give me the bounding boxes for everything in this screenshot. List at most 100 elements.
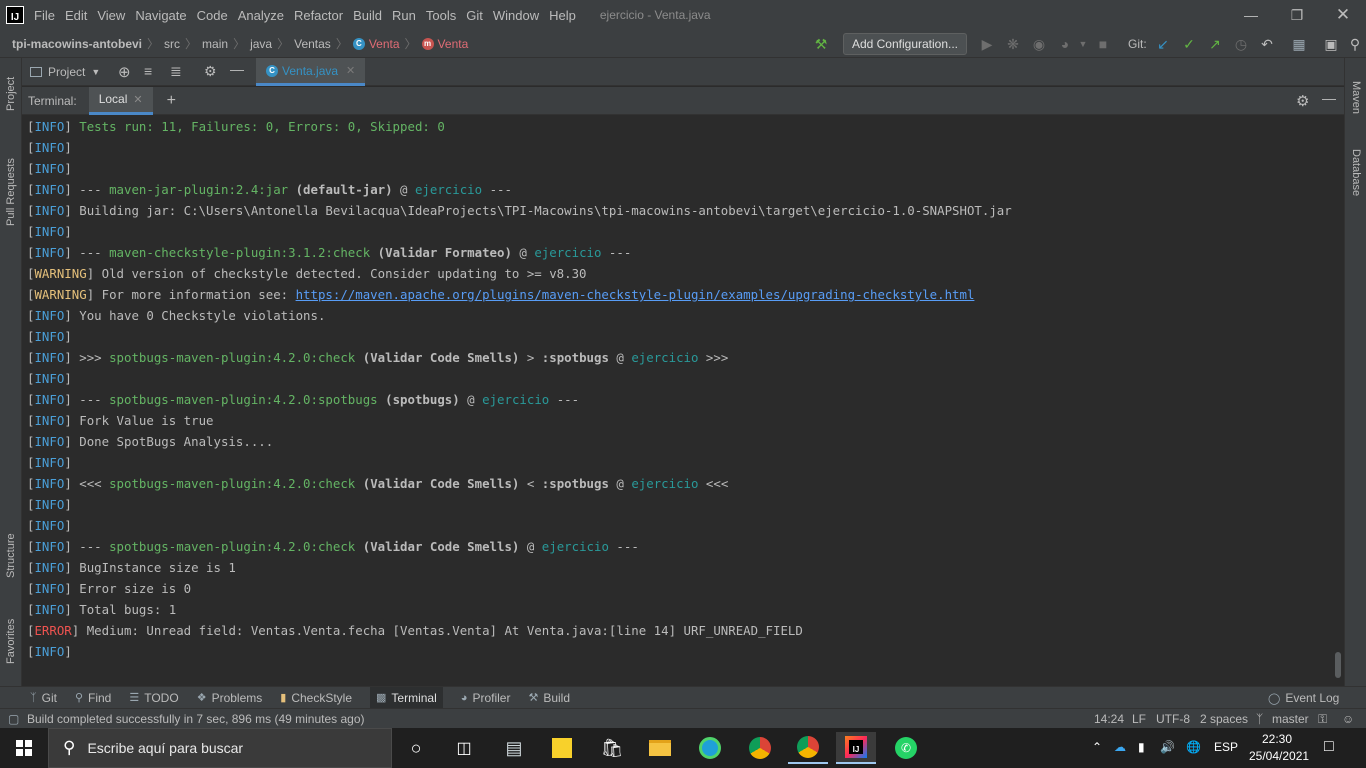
tool-tab-todo[interactable]: ☰ TODO	[129, 687, 178, 709]
status-square-icon[interactable]: ▢	[8, 712, 19, 726]
menu-item-help[interactable]: Help	[549, 8, 576, 23]
chrome-browser-icon[interactable]	[788, 732, 828, 764]
add-terminal-icon[interactable]: +	[167, 92, 176, 110]
close-icon[interactable]: ✕	[1320, 0, 1366, 30]
tool-tab-find[interactable]: ⚲ Find	[75, 687, 111, 709]
rollback-icon[interactable]: ↶	[1258, 35, 1276, 53]
gear-icon[interactable]: ⚙	[204, 63, 217, 80]
tool-tab-terminal[interactable]: ▩ Terminal	[370, 686, 443, 709]
menu-item-view[interactable]: View	[97, 8, 125, 23]
line-separator[interactable]: LF	[1132, 712, 1146, 726]
inspector-icon[interactable]: ☺	[1342, 712, 1354, 726]
locate-icon[interactable]: ⊕	[118, 63, 131, 81]
project-structure-icon[interactable]: ▦	[1290, 35, 1308, 53]
run-icon[interactable]: ▶	[978, 35, 996, 53]
database-tool-tab[interactable]: Database	[1345, 138, 1366, 208]
menu-item-window[interactable]: Window	[493, 8, 539, 23]
breadcrumb-java[interactable]: java	[250, 37, 272, 51]
edge-browser-icon[interactable]	[690, 732, 730, 764]
whatsapp-icon[interactable]: ✆	[886, 732, 926, 764]
clock-date[interactable]: 25/04/2021	[1249, 749, 1309, 763]
maven-tool-tab[interactable]: Maven	[1345, 68, 1366, 128]
terminal-scrollbar[interactable]	[1334, 120, 1342, 682]
breadcrumb-project[interactable]: tpi-macowins-antobevi	[12, 37, 142, 51]
coverage-icon[interactable]: ◉	[1030, 35, 1048, 53]
event-log-tab[interactable]: ◯ Event Log	[1268, 687, 1339, 709]
tool-tab-problems[interactable]: ❖ Problems	[197, 687, 263, 709]
hide-icon[interactable]: —	[1322, 90, 1336, 106]
scrollbar-thumb[interactable]	[1335, 652, 1341, 678]
project-tool-tab[interactable]: Project	[0, 64, 22, 124]
chrome-profile-icon[interactable]	[740, 732, 780, 764]
gear-icon[interactable]: ⚙	[1296, 92, 1309, 110]
menu-item-navigate[interactable]: Navigate	[135, 8, 186, 23]
menu-item-run[interactable]: Run	[392, 8, 416, 23]
minimize-icon[interactable]: —	[1228, 0, 1274, 30]
windows-start-button[interactable]	[0, 728, 48, 768]
git-commit-icon[interactable]: ✓	[1180, 35, 1198, 53]
hide-icon[interactable]: —	[230, 61, 244, 77]
search-everywhere-icon[interactable]: ⚲	[1346, 35, 1364, 53]
project-view-dropdown[interactable]: Project ▼	[30, 65, 100, 79]
terminal-tab-local[interactable]: Local ✕	[88, 86, 153, 115]
pull-requests-tool-tab[interactable]: Pull Requests	[0, 142, 22, 242]
taskbar-search-box[interactable]: ⚲ Escribe aquí para buscar	[48, 728, 392, 768]
sticky-notes-icon[interactable]	[542, 732, 582, 764]
file-explorer-icon[interactable]	[640, 732, 680, 764]
menu-item-code[interactable]: Code	[197, 8, 228, 23]
menu-item-build[interactable]: Build	[353, 8, 382, 23]
language-indicator[interactable]: ESP	[1214, 740, 1238, 754]
file-encoding[interactable]: UTF-8	[1156, 712, 1190, 726]
stop-icon[interactable]: ■	[1094, 35, 1112, 53]
clock-time[interactable]: 22:30	[1262, 732, 1292, 746]
cortana-icon[interactable]: ○	[396, 732, 436, 764]
indent-setting[interactable]: 2 spaces	[1200, 712, 1248, 726]
status-message[interactable]: Build completed successfully in 7 sec, 8…	[27, 712, 365, 726]
profile-icon[interactable]: ◕	[1056, 35, 1074, 53]
intellij-logo-icon[interactable]: IJ	[6, 6, 24, 24]
build-hammer-icon[interactable]: ⚒	[812, 35, 830, 53]
tool-tab-git[interactable]: ᛉ Git	[30, 687, 57, 709]
expand-all-icon[interactable]: ≡	[144, 63, 152, 79]
breadcrumb-main[interactable]: main	[202, 37, 228, 51]
microsoft-store-icon[interactable]: 🛍	[592, 732, 632, 764]
tool-tab-build[interactable]: ⚒ Build	[528, 687, 570, 709]
onedrive-icon[interactable]: ☁	[1114, 740, 1126, 754]
menu-item-edit[interactable]: Edit	[65, 8, 87, 23]
history-icon[interactable]: ◷	[1232, 35, 1250, 53]
menu-item-analyze[interactable]: Analyze	[238, 8, 284, 23]
presentation-icon[interactable]: ▣	[1322, 35, 1340, 53]
menu-item-git[interactable]: Git	[466, 8, 483, 23]
network-drive-icon[interactable]: ▤	[494, 732, 534, 764]
tool-tab-checkstyle[interactable]: ▮ CheckStyle	[280, 687, 352, 709]
debug-icon[interactable]: ❋	[1004, 35, 1022, 53]
chevron-down-icon[interactable]: ▼	[1074, 35, 1092, 53]
network-globe-icon[interactable]: 🌐	[1186, 740, 1201, 754]
breadcrumb-method[interactable]: m Venta	[421, 37, 468, 51]
git-push-icon[interactable]: ↗	[1206, 35, 1224, 53]
breadcrumb-class[interactable]: C Venta	[352, 37, 400, 51]
restore-icon[interactable]: ❐	[1274, 0, 1320, 30]
menu-item-refactor[interactable]: Refactor	[294, 8, 343, 23]
volume-icon[interactable]: 🔊	[1160, 740, 1175, 754]
chevron-up-icon[interactable]: ⌃	[1092, 740, 1102, 754]
editor-tab-venta[interactable]: C Venta.java ✕	[256, 58, 366, 86]
battery-icon[interactable]: ▮	[1138, 740, 1145, 754]
close-icon[interactable]: ✕	[133, 93, 142, 106]
task-view-icon[interactable]: ◫	[444, 732, 484, 764]
menu-item-tools[interactable]: Tools	[426, 8, 456, 23]
terminal-output[interactable]: [INFO] Tests run: 11, Failures: 0, Error…	[22, 116, 1330, 686]
breadcrumb-ventas[interactable]: Ventas	[294, 37, 331, 51]
close-icon[interactable]: ✕	[346, 64, 355, 77]
git-branch[interactable]: master	[1272, 712, 1309, 726]
collapse-all-icon[interactable]: ≣	[170, 63, 182, 80]
caret-position[interactable]: 14:24	[1094, 712, 1124, 726]
git-update-icon[interactable]: ↙	[1154, 35, 1172, 53]
terminal-link[interactable]: https://maven.apache.org/plugins/maven-c…	[296, 287, 975, 302]
notifications-icon[interactable]: □	[1324, 738, 1334, 756]
favorites-tool-tab[interactable]: Favorites	[0, 606, 22, 676]
intellij-taskbar-icon[interactable]: IJ	[836, 732, 876, 764]
add-configuration-button[interactable]: Add Configuration...	[843, 33, 967, 55]
tool-tab-profiler[interactable]: ◕ Profiler	[461, 687, 511, 709]
lock-icon[interactable]: ⚿	[1318, 712, 1327, 727]
